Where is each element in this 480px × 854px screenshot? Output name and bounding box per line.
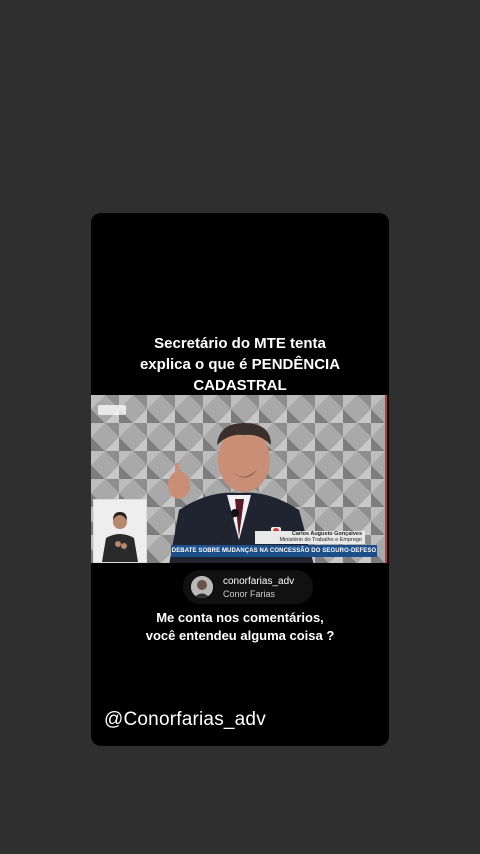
interpreter-figure [102,512,138,562]
headline-line-2: explica o que é PENDÊNCIA [139,356,341,373]
sign-language-interpreter [93,499,147,563]
profile-name: Conor Farias [223,589,276,599]
caption: Me conta nos comentários, você entendeu … [91,609,389,645]
headline-line-1: Secretário do MTE tenta [154,335,326,352]
watermark-handle: @Conorfarias_adv [104,709,266,730]
profile-handle[interactable]: conorfarias_adv [223,576,294,587]
video-player[interactable]: Carlos Augusto Gonçalves Ministério do T… [91,395,387,563]
video-edge-accent [385,395,387,563]
debate-banner: DEBATE SOBRE MUDANÇAS NA CONCESSÃO DO SE… [171,545,377,557]
avatar[interactable] [191,576,213,598]
speaker-role: Ministério do Trabalho e Emprego [279,537,362,543]
tv-channel-logo [98,405,126,415]
profile-chip[interactable]: conorfarias_adv Conor Farias [183,570,313,604]
lower-third: Carlos Augusto Gonçalves Ministério do T… [171,531,377,557]
caption-line-2: você entendeu alguma coisa ? [145,628,335,643]
speaker-name-tag: Carlos Augusto Gonçalves Ministério do T… [255,531,365,544]
avatar-image [191,576,213,598]
caption-line-1: Me conta nos comentários, [156,610,324,625]
story-card: Secretário do MTE tenta explica o que é … [91,213,389,746]
headline-line-3: CADASTRAL [193,377,287,394]
